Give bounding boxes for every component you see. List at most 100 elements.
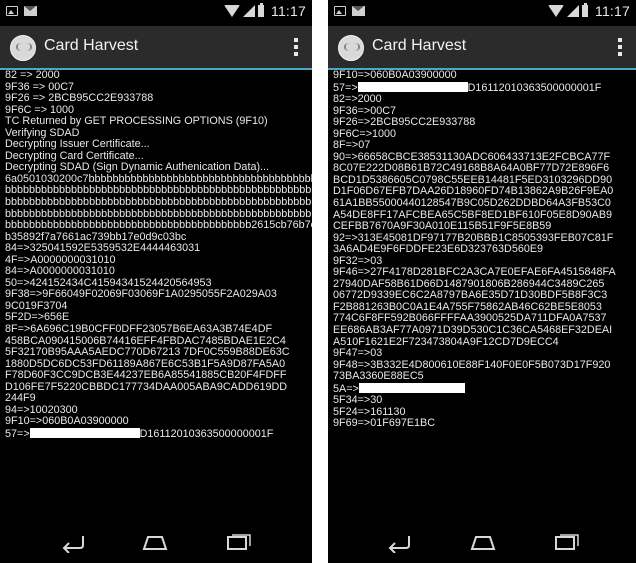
log-line: 9F38=>9F66049F02069F03069F1A0295055F2A02… (5, 289, 277, 301)
log-line: 9F10=>060B0A03900000 (333, 70, 457, 81)
log-line: 9F6C=>1000 (333, 128, 397, 140)
log-line: Decrypting SDAD (Sign Dynamic Authenicat… (5, 162, 270, 174)
log-line: 9F69=>01F697E1BC (333, 418, 436, 430)
log-line: TC Returned by GET PROCESSING OPTIONS (9… (5, 116, 268, 128)
home-icon (470, 536, 496, 550)
home-button[interactable] (140, 531, 170, 553)
home-icon (142, 536, 168, 550)
log-line: EE686AB3AF77A0971D39D530C1C36CA5468EF32D… (333, 325, 613, 337)
status-bar: 11:17 (0, 0, 312, 26)
battery-icon (258, 3, 264, 17)
app-logo-icon[interactable] (10, 35, 36, 61)
wifi-icon (224, 5, 240, 17)
log-line: 8F=>07 (333, 140, 371, 152)
log-line: 9F26 => 2BCB95CC2E933788 (5, 93, 154, 105)
home-button[interactable] (468, 531, 498, 553)
log-line: 5F2D=>656E (5, 312, 70, 324)
log-line: bbbbbbbbbbbbbbbbbbbbbbbbbbbbbbbbbbbbbbbb… (5, 185, 312, 197)
log-line: 458BCA090415006B74416EFF4FBDAC7485BDAE1E… (5, 335, 286, 347)
log-line-redacted: 57=> D16112010363500000001F (5, 427, 274, 440)
clock: 11:17 (595, 3, 630, 19)
log-line: 5F24=>161130 (333, 406, 406, 418)
log-line: Decrypting Card Certificate... (5, 150, 144, 162)
log-line: 9F48=>3B332E4D800610E88F140F0E0F5B073D17… (333, 359, 611, 371)
back-icon (388, 536, 410, 553)
log-line: 84=>325041592E5359532E4444463031 (5, 243, 201, 255)
log-line: 61A1BB55000440128547B9C05D262DDBD64A3FB5… (333, 198, 611, 210)
wifi-icon (548, 5, 564, 17)
log-line-redacted: 57=> D16112010363500000001F (333, 81, 602, 94)
recent-apps-button[interactable] (222, 531, 252, 553)
status-bar: 11:17 (328, 0, 636, 26)
log-line: 9F46=>27F4178D281BFC2A3CA7E0EFAE6FA45158… (333, 267, 616, 279)
phone-screen-left: 11:17 Card Harvest 82 => 2000 9F36 => 00C… (0, 0, 312, 563)
log-line: F78D60F3CC9DCB3E44237EB6A85541885CB20F4F… (5, 370, 287, 382)
image-notification-icon (334, 6, 346, 16)
redaction-bar (358, 382, 465, 393)
mail-notification-icon (352, 6, 365, 16)
overflow-menu-icon[interactable] (294, 38, 298, 56)
log-line: 8F=>6A696C19B0CFF0DFF23057B6EA63A3B74E4D… (5, 324, 273, 336)
recent-apps-icon (555, 534, 579, 550)
mail-notification-icon (24, 6, 37, 16)
log-line: 9F26=>2BCB95CC2E933788 (333, 117, 476, 129)
phone-screen-right: 11:17 Card Harvest 9F10=>060B0A03900000 … (328, 0, 636, 563)
back-icon (62, 536, 84, 553)
redaction-bar (29, 427, 140, 438)
action-bar: Card Harvest (0, 26, 312, 70)
log-output[interactable]: 82 => 2000 9F36 => 00C7 9F26 => 2BCB95CC2E… (0, 70, 312, 520)
log-line-redacted: 5A=> (333, 382, 636, 396)
log-line: 73BA3360E88EC5 (333, 371, 424, 383)
log-line: bbbbbbbbbbbbbbbbbbbbbbbbbbbbbbbbbbbbbbbb… (5, 208, 312, 220)
log-line: Decrypting Issuer Certificate... (5, 139, 150, 151)
action-bar: Card Harvest (328, 26, 636, 70)
log-line: 90=>66658CBCE38531130ADC606433713E2FCBCA… (333, 151, 611, 163)
log-line: 84=>A0000000031010 (5, 266, 115, 278)
log-line: A54DE8FF17AFCBEA65C5BF8ED1BF610F05E8D90A… (333, 209, 613, 221)
back-button[interactable] (58, 531, 88, 553)
app-title: Card Harvest (372, 37, 467, 54)
overflow-menu-icon[interactable] (618, 38, 622, 56)
log-line: F2B881263B0C0A1E4A755F75862AB46C62BE5E80… (333, 301, 602, 313)
log-line: 50=>424152434C41594341524420564953 (5, 277, 212, 289)
log-line: 82 => 2000 (5, 70, 60, 81)
log-line: 5F34=>30 (333, 395, 383, 407)
log-line: 27940DAF58B61D66D1487901806B286944C3489C… (333, 278, 605, 290)
log-line: 9F10=>060B0A03900000 (5, 416, 129, 428)
log-line: 244F9 (5, 393, 36, 405)
clock: 11:17 (271, 3, 306, 19)
log-line: 9F32=>03 (333, 255, 383, 267)
log-line: 3A6AD4E9F6FDDFE23E6D323763D560E9 (333, 244, 544, 256)
back-button[interactable] (384, 531, 414, 553)
recent-apps-button[interactable] (550, 531, 580, 553)
log-output[interactable]: 9F10=>060B0A03900000 57=> D16112010363500… (328, 70, 636, 520)
log-line: D106FE7F5220CBBDC177734DAA005ABA9CADD619… (5, 381, 288, 393)
app-title: Card Harvest (44, 37, 139, 54)
app-logo-icon[interactable] (338, 35, 364, 61)
log-line: 9F47=>03 (333, 348, 383, 360)
log-line: BCD1D5386605C0798C55EEB14481F5ED3103296D… (333, 174, 613, 186)
image-notification-icon (6, 6, 18, 16)
log-line: bbbbbbbbbbbbbbbbbbbbbbbbbbbbbbbbbbbbbbbb… (5, 220, 312, 232)
log-line: 1880D5DC6DC53FD61189A867E6C53B1F5A9D87FA… (5, 358, 286, 370)
log-line: 82=>2000 (333, 94, 382, 106)
redaction-bar (357, 81, 468, 92)
log-line: 9F36=>00C7 (333, 105, 397, 117)
log-line: bbbbbbbbbbbbbbbbbbbbbbbbbbbbbbbbbbbbbbbb… (5, 197, 312, 209)
log-line: 4F=>A0000000031010 (5, 254, 116, 266)
battery-icon (582, 3, 588, 17)
log-line: 94=>10020300 (5, 404, 78, 416)
nav-bar (328, 521, 636, 563)
nav-bar (0, 521, 312, 563)
log-line: 9F6C => 1000 (5, 104, 75, 116)
signal-icon (243, 5, 255, 17)
log-line: 92=>313E45081DF97177B20BBB1C8505393FEB07… (333, 232, 614, 244)
log-line: 6a0501030200c7bbbbbbbbbbbbbbbbbbbbbbbbbb… (5, 173, 312, 185)
signal-icon (567, 5, 579, 17)
log-line: A510F1621E2F723473804A9F12CD7D9ECC4 (333, 336, 559, 348)
log-line: b35892f7a7661ac739bb17e0d9c03bc (5, 231, 187, 243)
log-line: 9C019F3704 (5, 300, 68, 312)
log-line: 06772D9339EC6C2A8797BA6E35D71D30BDF5B8F3… (333, 290, 608, 302)
log-line: D1F06D67EFB7DAA26D18960FD74B13862A9B26F9… (333, 186, 614, 198)
log-line: CEFBB7670A9F30A010E115B51F9F5E8B59 (333, 221, 552, 233)
